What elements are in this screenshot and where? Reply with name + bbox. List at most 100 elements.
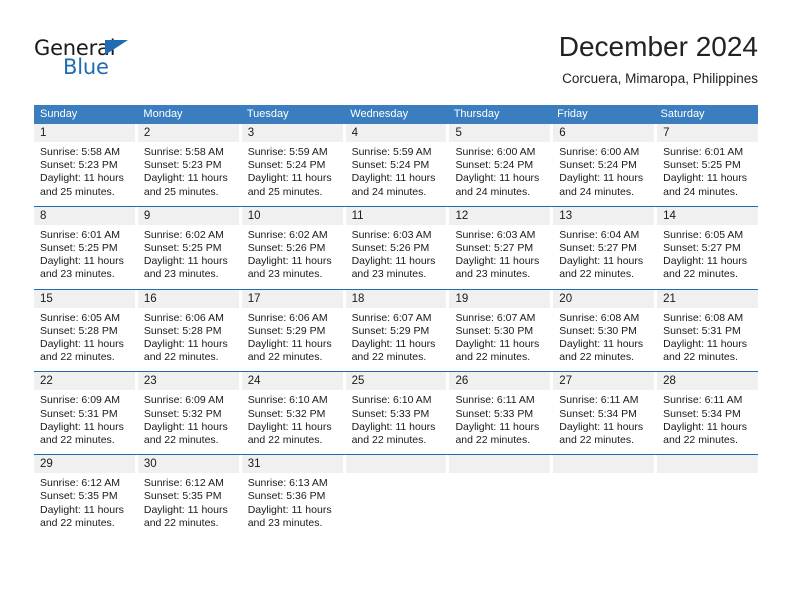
day-details: Sunrise: 6:10 AM Sunset: 5:32 PM Daylight:… <box>242 390 343 454</box>
sunrise-text: Sunrise: 6:07 AM <box>351 311 432 324</box>
calendar-day-cell[interactable]: 25 Sunrise: 6:10 AM Sunset: 5:33 PM Dayligh… <box>345 372 450 455</box>
daylight-text: Daylight: 11 hours and 22 minutes. <box>351 338 436 364</box>
title-block: December 2024 Corcuera, Mimaropa, Philip… <box>559 30 758 87</box>
daylight-text: Daylight: 11 hours and 22 minutes. <box>663 255 748 281</box>
calendar-day-cell[interactable]: 23 Sunrise: 6:09 AM Sunset: 5:32 PM Dayligh… <box>137 372 242 455</box>
calendar-day-cell[interactable]: 7 Sunrise: 6:01 AM Sunset: 5:25 PM Daylight… <box>657 124 759 206</box>
day-number: 25 <box>345 372 447 391</box>
calendar-day-cell[interactable]: 9 Sunrise: 6:02 AM Sunset: 5:25 PM Daylight… <box>137 206 242 289</box>
sunset-text: Sunset: 5:25 PM <box>663 159 741 172</box>
daylight-text: Daylight: 11 hours and 24 minutes. <box>559 172 644 198</box>
sunset-text: Sunset: 5:24 PM <box>247 159 326 172</box>
sunrise-text: Sunrise: 6:05 AM <box>40 311 120 324</box>
daylight-text: Daylight: 11 hours and 22 minutes. <box>247 420 332 447</box>
day-number: 21 <box>657 289 759 308</box>
calendar-day-cell[interactable]: 19 Sunrise: 6:07 AM Sunset: 5:30 PM Dayligh… <box>449 289 554 372</box>
daylight-text: Daylight: 11 hours and 22 minutes. <box>455 338 540 364</box>
sunrise-text: Sunrise: 6:06 AM <box>247 311 328 324</box>
day-details: Sunrise: 6:13 AM Sunset: 5:36 PM Daylight:… <box>242 473 343 537</box>
day-details: Sunrise: 6:03 AM Sunset: 5:27 PM Daylight:… <box>449 225 550 289</box>
sunrise-text: Sunrise: 6:02 AM <box>143 228 224 241</box>
calendar-day-cell[interactable]: 1 Sunrise: 5:58 AM Sunset: 5:23 PM Daylight… <box>34 124 138 206</box>
day-number <box>657 455 759 474</box>
day-details: Sunrise: 5:58 AM Sunset: 5:23 PM Daylight:… <box>34 142 135 206</box>
sunrise-text: Sunrise: 6:09 AM <box>40 394 120 407</box>
day-details: Sunrise: 6:07 AM Sunset: 5:29 PM Daylight:… <box>346 308 447 372</box>
weekday-header-tuesday: Tuesday <box>246 108 289 120</box>
calendar-day-cell[interactable]: 16 Sunrise: 6:06 AM Sunset: 5:28 PM Dayligh… <box>137 289 242 372</box>
calendar-day-cell[interactable]: 6 Sunrise: 6:00 AM Sunset: 5:24 PM Daylight… <box>553 124 658 206</box>
calendar-day-cell[interactable]: 10 Sunrise: 6:02 AM Sunset: 5:26 PM Dayligh… <box>241 206 346 289</box>
sunset-text: Sunset: 5:25 PM <box>40 242 118 255</box>
weekday-header-monday: Monday <box>143 108 183 120</box>
calendar-day-cell[interactable]: 31 Sunrise: 6:13 AM Sunset: 5:36 PM Dayligh… <box>241 455 346 538</box>
calendar-week-row: 22 Sunrise: 6:09 AM Sunset: 5:31 PM Dayligh… <box>34 371 759 455</box>
sunrise-text: Sunrise: 6:10 AM <box>351 394 432 407</box>
calendar-day-cell[interactable]: 12 Sunrise: 6:03 AM Sunset: 5:27 PM Dayligh… <box>449 206 554 289</box>
sunset-text: Sunset: 5:28 PM <box>40 324 118 337</box>
calendar-day-cell[interactable]: 2 Sunrise: 5:58 AM Sunset: 5:23 PM Daylight… <box>137 124 242 206</box>
day-details: Sunrise: 6:11 AM Sunset: 5:33 PM Daylight:… <box>449 390 550 454</box>
calendar-day-cell[interactable]: 29 Sunrise: 6:12 AM Sunset: 5:35 PM Dayligh… <box>34 455 138 538</box>
weekday-header-saturday: Saturday <box>660 108 705 120</box>
day-details: Sunrise: 6:01 AM Sunset: 5:25 PM Daylight:… <box>657 142 758 206</box>
day-number: 1 <box>34 124 135 142</box>
calendar-day-cell[interactable]: 5 Sunrise: 6:00 AM Sunset: 5:24 PM Daylight… <box>449 124 554 206</box>
sunset-text: Sunset: 5:24 PM <box>559 159 637 172</box>
day-details <box>449 473 550 535</box>
weekday-header-row: Sunday Monday Tuesday Wednesday Thursday… <box>34 105 758 124</box>
day-details: Sunrise: 5:58 AM Sunset: 5:23 PM Daylight:… <box>138 142 239 206</box>
daylight-text: Daylight: 11 hours and 22 minutes. <box>559 338 644 364</box>
calendar-day-cell[interactable]: 22 Sunrise: 6:09 AM Sunset: 5:31 PM Dayligh… <box>34 372 138 455</box>
calendar-weeks: 1 Sunrise: 5:58 AM Sunset: 5:23 PM Daylight… <box>34 124 759 538</box>
sunrise-text: Sunrise: 6:11 AM <box>559 394 639 407</box>
daylight-text: Daylight: 11 hours and 22 minutes. <box>663 338 748 364</box>
day-number: 8 <box>34 206 135 225</box>
day-number: 14 <box>657 206 759 225</box>
sunrise-text: Sunrise: 6:08 AM <box>559 311 640 324</box>
calendar-day-cell[interactable]: 28 Sunrise: 6:11 AM Sunset: 5:34 PM Dayligh… <box>657 372 759 454</box>
daylight-text: Daylight: 11 hours and 24 minutes. <box>455 172 540 198</box>
calendar-day-cell[interactable]: 17 Sunrise: 6:06 AM Sunset: 5:29 PM Dayligh… <box>241 289 346 372</box>
day-number: 19 <box>449 289 551 308</box>
sunrise-text: Sunrise: 6:06 AM <box>143 311 224 324</box>
daylight-text: Daylight: 11 hours and 25 minutes. <box>40 172 124 198</box>
calendar-day-cell[interactable]: 18 Sunrise: 6:07 AM Sunset: 5:29 PM Dayligh… <box>345 289 450 372</box>
day-number: 2 <box>137 124 239 142</box>
sunset-text: Sunset: 5:26 PM <box>351 242 430 255</box>
sunrise-text: Sunrise: 6:03 AM <box>351 228 432 241</box>
page-header: General Blue December 2024 Corcuera, Mim… <box>0 0 792 100</box>
day-details: Sunrise: 6:02 AM Sunset: 5:25 PM Daylight:… <box>138 225 239 289</box>
sunrise-text: Sunrise: 6:08 AM <box>663 311 744 324</box>
day-details: Sunrise: 6:00 AM Sunset: 5:24 PM Daylight:… <box>553 142 654 206</box>
sunset-text: Sunset: 5:29 PM <box>247 324 326 337</box>
calendar-day-cell[interactable]: 14 Sunrise: 6:05 AM Sunset: 5:27 PM Dayligh… <box>657 206 759 289</box>
calendar-day-cell[interactable]: 3 Sunrise: 5:59 AM Sunset: 5:24 PM Daylight… <box>241 124 346 206</box>
logo-triangle-icon <box>105 40 128 55</box>
calendar-day-cell[interactable]: 15 Sunrise: 6:05 AM Sunset: 5:28 PM Dayligh… <box>34 289 138 372</box>
sunset-text: Sunset: 5:33 PM <box>455 407 534 420</box>
weekday-header-friday: Friday <box>557 108 588 120</box>
calendar-day-cell[interactable]: 4 Sunrise: 5:59 AM Sunset: 5:24 PM Daylight… <box>345 124 450 206</box>
sunset-text: Sunset: 5:28 PM <box>143 324 222 337</box>
day-details: Sunrise: 6:07 AM Sunset: 5:30 PM Daylight:… <box>449 308 550 372</box>
calendar-day-cell[interactable]: 8 Sunrise: 6:01 AM Sunset: 5:25 PM Daylight… <box>34 206 138 289</box>
calendar-day-cell[interactable]: 13 Sunrise: 6:04 AM Sunset: 5:27 PM Dayligh… <box>553 206 658 289</box>
calendar-day-cell[interactable]: 26 Sunrise: 6:11 AM Sunset: 5:33 PM Dayligh… <box>449 372 554 455</box>
sunrise-text: Sunrise: 6:03 AM <box>455 228 536 241</box>
calendar-day-cell[interactable]: 27 Sunrise: 6:11 AM Sunset: 5:34 PM Dayligh… <box>553 372 658 455</box>
calendar-day-cell[interactable]: 21 Sunrise: 6:08 AM Sunset: 5:31 PM Dayligh… <box>657 289 759 372</box>
daylight-text: Daylight: 11 hours and 22 minutes. <box>143 420 228 447</box>
calendar-day-cell[interactable]: 24 Sunrise: 6:10 AM Sunset: 5:32 PM Dayligh… <box>241 372 346 455</box>
sunrise-text: Sunrise: 6:11 AM <box>455 394 535 407</box>
sunset-text: Sunset: 5:31 PM <box>40 407 118 420</box>
sunrise-text: Sunrise: 6:12 AM <box>143 477 224 490</box>
day-number: 16 <box>137 289 239 308</box>
calendar-day-cell[interactable]: 20 Sunrise: 6:08 AM Sunset: 5:30 PM Dayligh… <box>553 289 658 372</box>
sunrise-text: Sunrise: 6:04 AM <box>559 228 640 241</box>
day-number: 31 <box>241 455 343 474</box>
calendar-day-cell[interactable]: 11 Sunrise: 6:03 AM Sunset: 5:26 PM Dayligh… <box>345 206 450 289</box>
sunset-text: Sunset: 5:24 PM <box>351 159 430 172</box>
calendar-day-cell[interactable]: 30 Sunrise: 6:12 AM Sunset: 5:35 PM Dayligh… <box>137 455 242 538</box>
day-details: Sunrise: 6:10 AM Sunset: 5:33 PM Daylight:… <box>346 390 447 454</box>
